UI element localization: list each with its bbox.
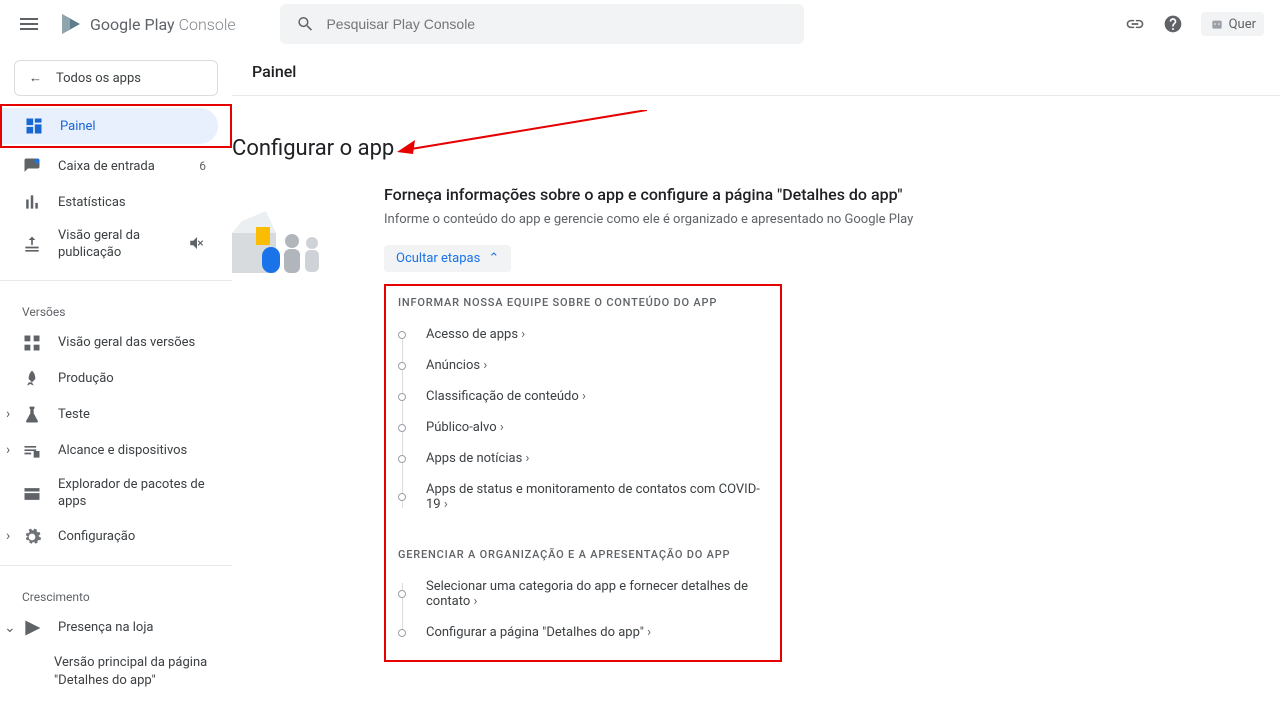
sidebar-item-statistics[interactable]: Estatísticas bbox=[0, 184, 220, 220]
muted-icon bbox=[188, 234, 206, 256]
top-bar: Google Play Console Quer bbox=[0, 0, 1280, 48]
step-row[interactable]: Apps de notícias bbox=[398, 443, 768, 474]
step-link[interactable]: Público-alvo bbox=[426, 420, 504, 435]
sidebar-section-versions: Versões bbox=[0, 291, 232, 325]
steps-group1-label: INFORMAR NOSSA EQUIPE SOBRE O CONTEÚDO D… bbox=[398, 292, 768, 319]
hide-steps-label: Ocultar etapas bbox=[396, 251, 480, 266]
step-circle-icon bbox=[398, 393, 406, 401]
rocket-icon bbox=[22, 369, 42, 389]
logo-text: Google Play Console bbox=[90, 15, 236, 34]
hide-steps-button[interactable]: Ocultar etapas ⌃ bbox=[384, 245, 511, 272]
step-link[interactable]: Apps de notícias bbox=[426, 451, 529, 466]
publish-overview-icon bbox=[22, 235, 42, 255]
sidebar-item-production[interactable]: Produção bbox=[0, 361, 220, 397]
back-to-apps-button[interactable]: ← Todos os apps bbox=[14, 60, 218, 96]
step-row[interactable]: Selecionar uma categoria do app e fornec… bbox=[398, 571, 768, 617]
step-link[interactable]: Configurar a página "Detalhes do app" bbox=[426, 625, 651, 640]
annotation-highlight-box: Painel bbox=[0, 104, 232, 148]
inbox-icon bbox=[22, 156, 42, 176]
flask-icon bbox=[22, 405, 42, 425]
step-row[interactable]: Acesso de apps bbox=[398, 319, 768, 350]
logo[interactable]: Google Play Console bbox=[58, 12, 236, 36]
sidebar-label: Visão geral das versões bbox=[58, 335, 195, 350]
versions-icon bbox=[22, 333, 42, 353]
step-link[interactable]: Apps de status e monitoramento de contat… bbox=[426, 482, 768, 512]
sidebar-label: Produção bbox=[58, 371, 114, 386]
help-icon[interactable] bbox=[1163, 14, 1183, 34]
sidebar-label: Caixa de entrada bbox=[58, 159, 155, 174]
section-title: Configurar o app bbox=[232, 136, 1260, 161]
step-row[interactable]: Apps de status e monitoramento de contat… bbox=[398, 474, 768, 520]
step-row[interactable]: Classificação de conteúdo bbox=[398, 381, 768, 412]
top-actions: Quer bbox=[1125, 12, 1264, 36]
step-circle-icon bbox=[398, 424, 406, 432]
statistics-icon bbox=[22, 192, 42, 212]
step-circle-icon bbox=[398, 362, 406, 370]
step-link[interactable]: Selecionar uma categoria do app e fornec… bbox=[426, 579, 768, 609]
sidebar-label: Visão geral da publicação bbox=[58, 228, 172, 262]
feedback-pill[interactable]: Quer bbox=[1201, 12, 1264, 36]
step-link[interactable]: Classificação de conteúdo bbox=[426, 389, 586, 404]
sidebar-item-publishing-overview[interactable]: Visão geral da publicação bbox=[0, 220, 220, 270]
arrow-left-icon: ← bbox=[29, 70, 42, 86]
pill-label: Quer bbox=[1229, 17, 1256, 32]
hamburger-menu-icon[interactable] bbox=[16, 14, 42, 34]
annotation-steps-box: INFORMAR NOSSA EQUIPE SOBRE O CONTEÚDO D… bbox=[384, 284, 782, 662]
sidebar-subitem-main-listing[interactable]: Versão principal da página "Detalhes do … bbox=[0, 646, 232, 698]
sidebar-label: Estatísticas bbox=[58, 195, 126, 210]
link-icon[interactable] bbox=[1125, 14, 1145, 34]
sidebar-section-growth: Crescimento bbox=[0, 576, 232, 610]
sidebar-label: Configuração bbox=[58, 529, 135, 544]
back-label: Todos os apps bbox=[56, 71, 141, 86]
sidebar-label: Teste bbox=[58, 407, 90, 422]
sidebar-label: Painel bbox=[60, 119, 96, 134]
sidebar-item-reach[interactable]: Alcance e dispositivos bbox=[0, 433, 220, 469]
step-row[interactable]: Configurar a página "Detalhes do app" bbox=[398, 617, 768, 648]
main-header: Painel bbox=[232, 48, 1280, 96]
search-input[interactable] bbox=[326, 16, 787, 32]
step-row[interactable]: Anúncios bbox=[398, 350, 768, 381]
devices-icon bbox=[22, 441, 42, 461]
robot-icon bbox=[1209, 16, 1225, 32]
sidebar-item-painel[interactable]: Painel bbox=[2, 108, 218, 144]
step-link[interactable]: Acesso de apps bbox=[426, 327, 525, 342]
sidebar-label: Presença na loja bbox=[58, 620, 154, 635]
sidebar-label: Explorador de pacotes de apps bbox=[58, 477, 206, 511]
dashboard-icon bbox=[24, 116, 44, 136]
store-icon bbox=[22, 618, 42, 638]
step-circle-icon bbox=[398, 455, 406, 463]
gear-icon bbox=[22, 527, 42, 547]
sidebar-item-package-explorer[interactable]: Explorador de pacotes de apps bbox=[0, 469, 220, 519]
step-circle-icon bbox=[398, 629, 406, 637]
inbox-count-badge: 6 bbox=[199, 159, 206, 173]
illustration bbox=[232, 185, 352, 662]
step-row[interactable]: Público-alvo bbox=[398, 412, 768, 443]
step-circle-icon bbox=[398, 331, 406, 339]
search-box[interactable] bbox=[280, 4, 804, 44]
sidebar-item-store-presence[interactable]: Presença na loja bbox=[0, 610, 220, 646]
step-link[interactable]: Anúncios bbox=[426, 358, 487, 373]
chevron-up-icon: ⌃ bbox=[488, 251, 499, 266]
sidebar-item-test[interactable]: Teste bbox=[0, 397, 220, 433]
steps-group2-label: GERENCIAR A ORGANIZAÇÃO E A APRESENTAÇÃO… bbox=[398, 544, 768, 571]
search-icon bbox=[296, 14, 315, 34]
step-circle-icon bbox=[398, 493, 406, 501]
sidebar: ← Todos os apps Painel Caixa de entrada … bbox=[0, 48, 232, 722]
main-content: Painel Configurar o app bbox=[232, 48, 1280, 722]
play-triangle-icon bbox=[58, 12, 82, 36]
config-subtitle: Informe o conteúdo do app e gerencie com… bbox=[384, 212, 1280, 227]
package-icon bbox=[22, 484, 42, 504]
sidebar-item-config[interactable]: Configuração bbox=[0, 519, 220, 555]
sidebar-label: Alcance e dispositivos bbox=[58, 443, 187, 458]
step-circle-icon bbox=[398, 590, 406, 598]
page-title: Painel bbox=[252, 62, 296, 81]
config-heading: Forneça informações sobre o app e config… bbox=[384, 185, 1280, 204]
sidebar-item-versions-overview[interactable]: Visão geral das versões bbox=[0, 325, 220, 361]
sidebar-item-inbox[interactable]: Caixa de entrada 6 bbox=[0, 148, 220, 184]
annotation-arrow bbox=[397, 110, 647, 154]
